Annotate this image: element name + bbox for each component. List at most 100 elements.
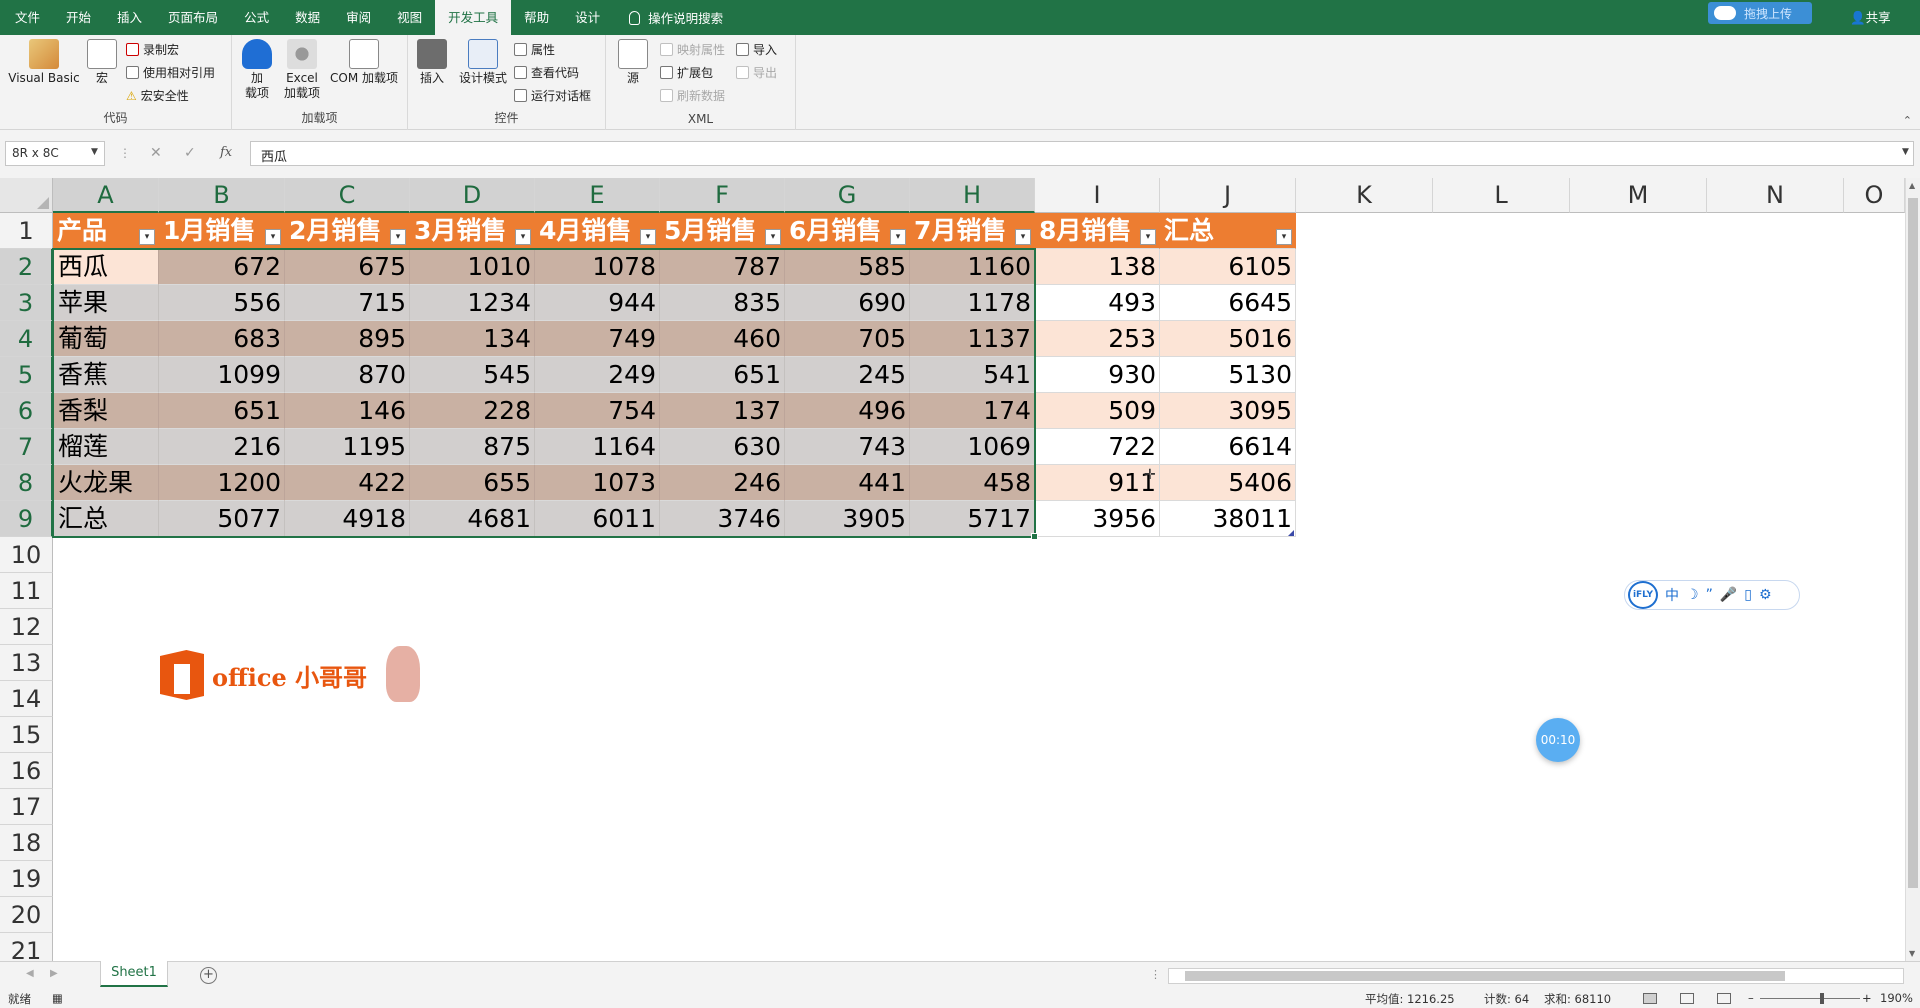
table-cell[interactable]: 1010 [410, 249, 535, 285]
cloud-upload-button[interactable]: 拖拽上传 [1708, 2, 1812, 24]
table-cell[interactable]: 460 [660, 321, 785, 357]
table-cell[interactable]: 1195 [285, 429, 410, 465]
expansion-packs-button[interactable]: 扩展包 [660, 64, 713, 81]
sheet-tab-sheet1[interactable]: Sheet1 [100, 961, 168, 987]
horizontal-scrollbar[interactable] [1168, 968, 1904, 984]
menu-tab[interactable]: 设计 [562, 0, 613, 35]
table-cell[interactable]: 6011 [535, 501, 660, 537]
table-cell[interactable]: 422 [285, 465, 410, 501]
run-dialog-button[interactable]: 运行对话框 [514, 87, 591, 104]
row-header[interactable]: 19 [0, 861, 53, 897]
add-sheet-icon[interactable]: + [200, 967, 217, 984]
table-cell[interactable]: 787 [660, 249, 785, 285]
relative-reference-button[interactable]: 使用相对引用 [126, 64, 215, 81]
row-header[interactable]: 17 [0, 789, 53, 825]
worksheet-grid[interactable]: ABCDEFGHIJKLMNO 1 2 3 4 5 6 7 8 9 10 11 12 13 14 15 16 1… [0, 178, 1905, 961]
refresh-data-button[interactable]: 刷新数据 [660, 87, 725, 104]
table-cell[interactable]: 228 [410, 393, 535, 429]
column-header[interactable]: M [1570, 178, 1707, 213]
column-header[interactable]: E [535, 178, 660, 213]
table-cell[interactable]: 5130 [1160, 357, 1296, 393]
filter-dropdown-icon[interactable]: ▾ [139, 229, 155, 245]
scroll-up-icon[interactable]: ▲ [1909, 181, 1915, 190]
view-code-button[interactable]: 查看代码 [514, 64, 579, 81]
column-header[interactable]: J [1160, 178, 1296, 213]
row-header[interactable]: 20 [0, 897, 53, 933]
row-header[interactable]: 2 [0, 249, 53, 285]
cancel-icon[interactable]: ✕ [150, 145, 162, 161]
table-cell[interactable]: 749 [535, 321, 660, 357]
menu-tab[interactable]: 插入 [104, 0, 155, 35]
row-header[interactable]: 11 [0, 573, 53, 609]
table-cell[interactable]: 675 [285, 249, 410, 285]
table-header-cell[interactable]: 2月销售 ▾ [285, 213, 410, 249]
menu-tab[interactable]: 审阅 [333, 0, 384, 35]
language-toggle[interactable]: 中 [1665, 585, 1679, 605]
table-cell[interactable]: 5406 [1160, 465, 1296, 501]
table-cell[interactable]: 榴莲 [53, 429, 159, 465]
table-cell[interactable]: 722 [1035, 429, 1160, 465]
filter-dropdown-icon[interactable]: ▾ [1015, 229, 1031, 245]
addins-button[interactable]: 加载项 [242, 39, 272, 101]
row-header[interactable]: 13 [0, 645, 53, 681]
table-header-cell[interactable]: 4月销售 ▾ [535, 213, 660, 249]
tell-me-search[interactable]: 操作说明搜索 [613, 8, 723, 27]
table-cell[interactable]: 253 [1035, 321, 1160, 357]
collapse-ribbon-icon[interactable]: ⌃ [1903, 114, 1912, 127]
row-header[interactable]: 6 [0, 393, 53, 429]
table-cell[interactable]: 1073 [535, 465, 660, 501]
table-cell[interactable]: 870 [285, 357, 410, 393]
table-header-cell[interactable]: 8月销售 ▾ [1035, 213, 1160, 249]
insert-control-button[interactable]: 插入 [414, 39, 450, 86]
record-macro-button[interactable]: 录制宏 [126, 41, 179, 58]
filter-dropdown-icon[interactable]: ▾ [765, 229, 781, 245]
zoom-slider[interactable] [1760, 998, 1860, 999]
export-button[interactable]: 导出 [736, 64, 777, 81]
table-cell[interactable]: 705 [785, 321, 910, 357]
table-cell[interactable]: 146 [285, 393, 410, 429]
table-cell[interactable]: 3905 [785, 501, 910, 537]
column-header[interactable]: I [1035, 178, 1160, 213]
chevron-down-icon[interactable]: ▼ [91, 147, 98, 157]
menu-tab[interactable]: 帮助 [511, 0, 562, 35]
table-cell[interactable]: 630 [660, 429, 785, 465]
table-cell[interactable]: 545 [410, 357, 535, 393]
table-cell[interactable]: 3095 [1160, 393, 1296, 429]
filter-dropdown-icon[interactable]: ▾ [890, 229, 906, 245]
table-cell[interactable]: 4681 [410, 501, 535, 537]
table-header-cell[interactable]: 5月销售 ▾ [660, 213, 785, 249]
table-cell[interactable]: 1078 [535, 249, 660, 285]
zoom-in-icon[interactable]: + [1862, 991, 1872, 1005]
column-header[interactable]: B [159, 178, 285, 213]
recording-timer[interactable]: 00:10 [1536, 718, 1580, 762]
table-cell[interactable]: 743 [785, 429, 910, 465]
column-header[interactable]: D [410, 178, 535, 213]
filter-dropdown-icon[interactable]: ▾ [265, 229, 281, 245]
column-header[interactable]: A [53, 178, 159, 213]
row-header[interactable]: 8 [0, 465, 53, 501]
table-cell[interactable]: 火龙果 [53, 465, 159, 501]
zoom-out-icon[interactable]: – [1748, 991, 1754, 1005]
table-cell[interactable]: 585 [785, 249, 910, 285]
table-cell[interactable]: 754 [535, 393, 660, 429]
horizontal-scroll-thumb[interactable] [1185, 971, 1785, 981]
row-header[interactable]: 14 [0, 681, 53, 717]
table-cell[interactable]: 496 [785, 393, 910, 429]
column-header[interactable]: N [1707, 178, 1844, 213]
table-cell[interactable]: 1069 [910, 429, 1035, 465]
ifly-toolbar[interactable]: iFLY 中 ☽ ” 🎤 ▯ ⚙ [1624, 580, 1800, 610]
table-cell[interactable]: 556 [159, 285, 285, 321]
split-handle-icon[interactable]: ⋮ [1150, 968, 1161, 981]
table-cell[interactable]: 6614 [1160, 429, 1296, 465]
zoom-thumb[interactable] [1820, 993, 1824, 1004]
vertical-scrollbar[interactable]: ▲ ▼ [1905, 178, 1920, 961]
table-header-cell[interactable]: 产品 ▾ [53, 213, 159, 249]
gear-icon[interactable]: ⚙ [1759, 587, 1772, 603]
table-cell[interactable]: 655 [410, 465, 535, 501]
column-header[interactable]: H [910, 178, 1035, 213]
menu-tab[interactable]: 文件 [2, 0, 53, 35]
column-header[interactable]: F [660, 178, 785, 213]
table-cell[interactable]: 1200 [159, 465, 285, 501]
table-cell[interactable]: 1137 [910, 321, 1035, 357]
macros-button[interactable]: 宏 [84, 39, 120, 86]
